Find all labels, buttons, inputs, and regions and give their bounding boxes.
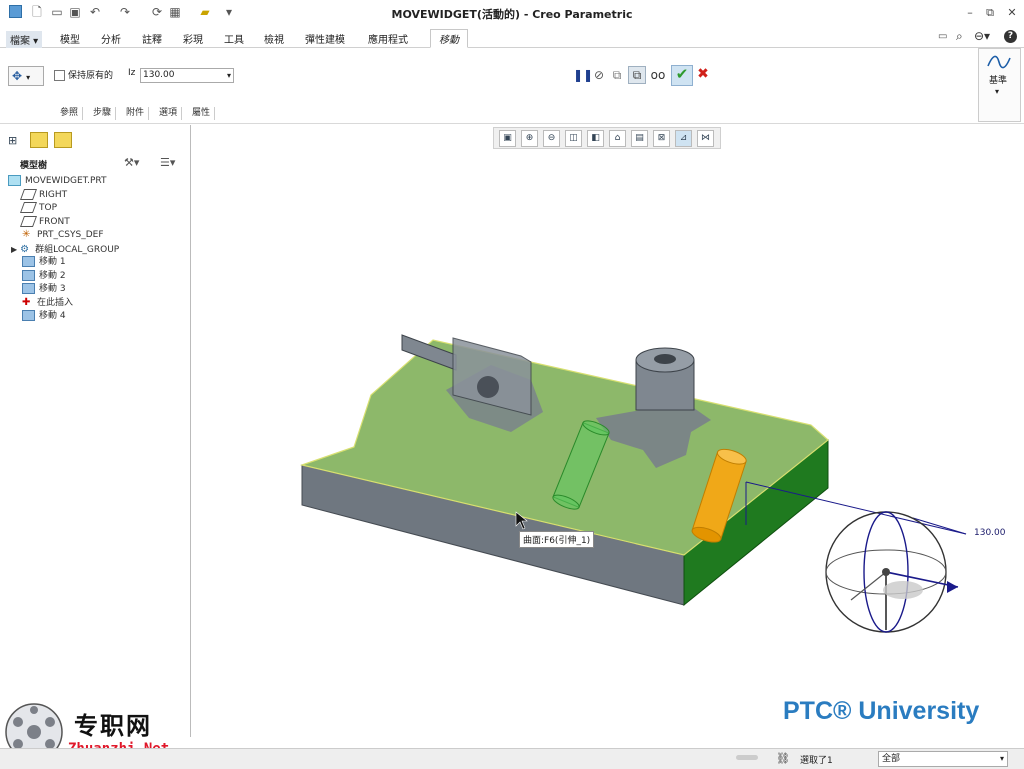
datum-plane-icon <box>19 216 38 227</box>
cancel-button[interactable]: ✖ <box>695 66 711 82</box>
maximize-button[interactable]: ⧉ <box>982 6 998 20</box>
tree-item-insert-here[interactable]: ✚ 在此插入 <box>22 297 73 310</box>
verify-preview-button[interactable]: ⧉ <box>628 66 646 84</box>
chevron-down-icon: ▾ <box>995 87 1000 96</box>
display-style-icon[interactable]: ◧ <box>587 130 604 147</box>
part-icon <box>8 175 21 186</box>
ribbon: ✥ ▾ 保持原有的 Iz 130.00 ▾ ❚❚ ⊘ ⧉ ⧉ oo ✔ ✖ 基準 ▾ <box>0 48 1024 124</box>
menu-tools[interactable]: 工具 <box>224 31 244 46</box>
tree-item-move-2[interactable]: 移動 2 <box>22 270 66 283</box>
menu-model[interactable]: 模型 <box>60 31 80 46</box>
refit-icon[interactable]: ▣ <box>499 130 516 147</box>
repaint-icon[interactable]: ◫ <box>565 130 582 147</box>
tree-item-right[interactable]: RIGHT <box>19 189 67 202</box>
preview-button[interactable]: ⧉ <box>610 67 624 83</box>
tree-item-top[interactable]: TOP <box>19 202 57 215</box>
tree-item-front[interactable]: FRONT <box>19 216 70 229</box>
tree-item-move-3[interactable]: 移動 3 <box>22 283 66 296</box>
selection-filter[interactable]: 全部 ▾ <box>878 751 1008 767</box>
glasses-icon[interactable]: oo <box>648 67 668 83</box>
tree-item-local-group[interactable]: ▶ ⚙ 群組LOCAL_GROUP <box>11 243 119 256</box>
tree-title: 模型樹 <box>20 161 48 171</box>
menu-applications[interactable]: 應用程式 <box>368 31 408 46</box>
watermark-cn: 专职网 <box>74 711 152 740</box>
bracket-hole <box>477 376 499 398</box>
datum-group[interactable]: 基準 ▾ <box>978 48 1021 122</box>
tree-item-csys[interactable]: ✳ PRT_CSYS_DEF <box>22 229 104 242</box>
subtab-attachments[interactable]: 附件 <box>122 107 150 120</box>
zoom-out-icon[interactable]: ⊖ <box>543 130 560 147</box>
menu-flexible-modeling[interactable]: 彈性建模 <box>305 31 345 46</box>
part-model <box>299 334 967 633</box>
csys-icon: ✳ <box>22 229 31 240</box>
annotation-display-icon[interactable]: ⊿ <box>675 130 692 147</box>
group-icon: ⚙ <box>20 244 30 255</box>
minimize-button[interactable]: – <box>962 6 978 20</box>
minimize-ribbon-icon[interactable]: ▭ <box>938 31 947 42</box>
menu-bar: 檔案 ▾ 模型 分析 註釋 彩現 工具 檢視 彈性建模 應用程式 移動 ▭ ⌕ … <box>0 29 1024 48</box>
saved-orientations-icon[interactable]: ⌂ <box>609 130 626 147</box>
tree-item-part[interactable]: MOVEWIDGET.PRT <box>8 175 107 188</box>
search-icon[interactable]: ⌕ <box>956 29 963 44</box>
graphics-viewport[interactable]: 曲面:F6(引伸_1) 130.00 PTC® University <box>191 150 1024 747</box>
datum-plane-icon <box>19 202 38 213</box>
move-feature-icon <box>22 283 35 294</box>
menu-view[interactable]: 檢視 <box>264 31 284 46</box>
insert-arrow-icon: ✚ <box>22 297 31 308</box>
tree-item-move-1[interactable]: 移動 1 <box>22 256 66 269</box>
settings-icon[interactable]: ⊖▾ <box>974 29 990 43</box>
menu-analysis[interactable]: 分析 <box>101 31 121 46</box>
spin-center-icon[interactable]: ⋈ <box>697 130 714 147</box>
tree-settings-icon[interactable]: ⚒▾ <box>124 156 139 169</box>
keep-original-label: 保持原有的 <box>68 71 114 81</box>
keep-original-checkbox[interactable] <box>54 70 65 81</box>
move-axes-icon: ✥ <box>12 69 23 83</box>
subtab-steps[interactable]: 步驟 <box>89 107 117 120</box>
status-bar: ⛓ 選取了1 全部 ▾ <box>0 748 1024 769</box>
subtab-properties[interactable]: 屬性 <box>188 107 216 120</box>
move-type-dropdown[interactable]: ✥ ▾ <box>8 66 44 86</box>
selection-tooltip: 曲面:F6(引伸_1) <box>519 531 595 548</box>
datum-label: 基準 <box>989 76 1008 86</box>
move-dragger-sphere[interactable] <box>825 511 959 633</box>
window-title: MOVEWIDGET(活動的) - Creo Parametric <box>391 8 633 21</box>
expand-icon: ▶ <box>11 245 18 254</box>
view-manager-icon[interactable]: ▤ <box>631 130 648 147</box>
menu-annotate[interactable]: 註釋 <box>142 31 162 46</box>
datum-display-icon[interactable]: ⊠ <box>653 130 670 147</box>
value-field[interactable]: 130.00 ▾ <box>140 68 234 83</box>
tree-tab-icon[interactable]: ⊞ <box>8 134 17 147</box>
title-bar: 🗋 ▭ ▣ ↶ ↷ ⟳ ▦ ▰ ▾ MOVEWIDGET(活動的) - Creo… <box>0 0 1024 26</box>
value-prefix-label: Iz <box>128 68 136 78</box>
tree-filter-icon[interactable]: ☰▾ <box>160 156 175 169</box>
move-feature-icon <box>22 256 35 267</box>
pause-button[interactable]: ❚❚ <box>573 67 593 83</box>
accept-button[interactable]: ✔ <box>671 65 693 86</box>
view-toolbar: ▣ ⊕ ⊖ ◫ ◧ ⌂ ▤ ⊠ ⊿ ⋈ <box>493 127 721 149</box>
layers-tab-icon[interactable] <box>30 132 48 148</box>
no-preview-button[interactable]: ⊘ <box>592 67 606 83</box>
help-icon[interactable]: ? <box>1004 30 1017 43</box>
brand-logo: PTC® University <box>783 697 980 725</box>
datum-plane-icon <box>19 189 38 200</box>
binoculars-icon[interactable]: ⛓ <box>776 752 790 765</box>
sketch-curve-icon <box>987 55 1011 69</box>
menu-file[interactable]: 檔案 ▾ <box>6 31 43 48</box>
close-button[interactable]: ✕ <box>1004 6 1020 20</box>
progress-indicator <box>736 755 758 760</box>
tree-item-move-4[interactable]: 移動 4 <box>22 310 66 323</box>
zoom-in-icon[interactable]: ⊕ <box>521 130 538 147</box>
move-feature-icon <box>22 270 35 281</box>
subtab-options[interactable]: 選項 <box>155 107 183 120</box>
model-tree-panel: ⊞ 模型樹 ⚒▾ ☰▾ MOVEWIDGET.PRT RIGHT TOP FRO… <box>0 125 191 737</box>
boss-hole <box>654 354 676 364</box>
selected-count: 選取了1 <box>800 756 833 766</box>
tab-move[interactable]: 移動 <box>430 29 468 48</box>
dimension-leader <box>912 517 967 535</box>
subtab-references[interactable]: 參照 <box>56 107 84 120</box>
dimension-value[interactable]: 130.00 <box>974 528 1006 538</box>
menu-render[interactable]: 彩現 <box>183 31 203 46</box>
favorites-tab-icon[interactable] <box>54 132 72 148</box>
move-feature-icon <box>22 310 35 321</box>
